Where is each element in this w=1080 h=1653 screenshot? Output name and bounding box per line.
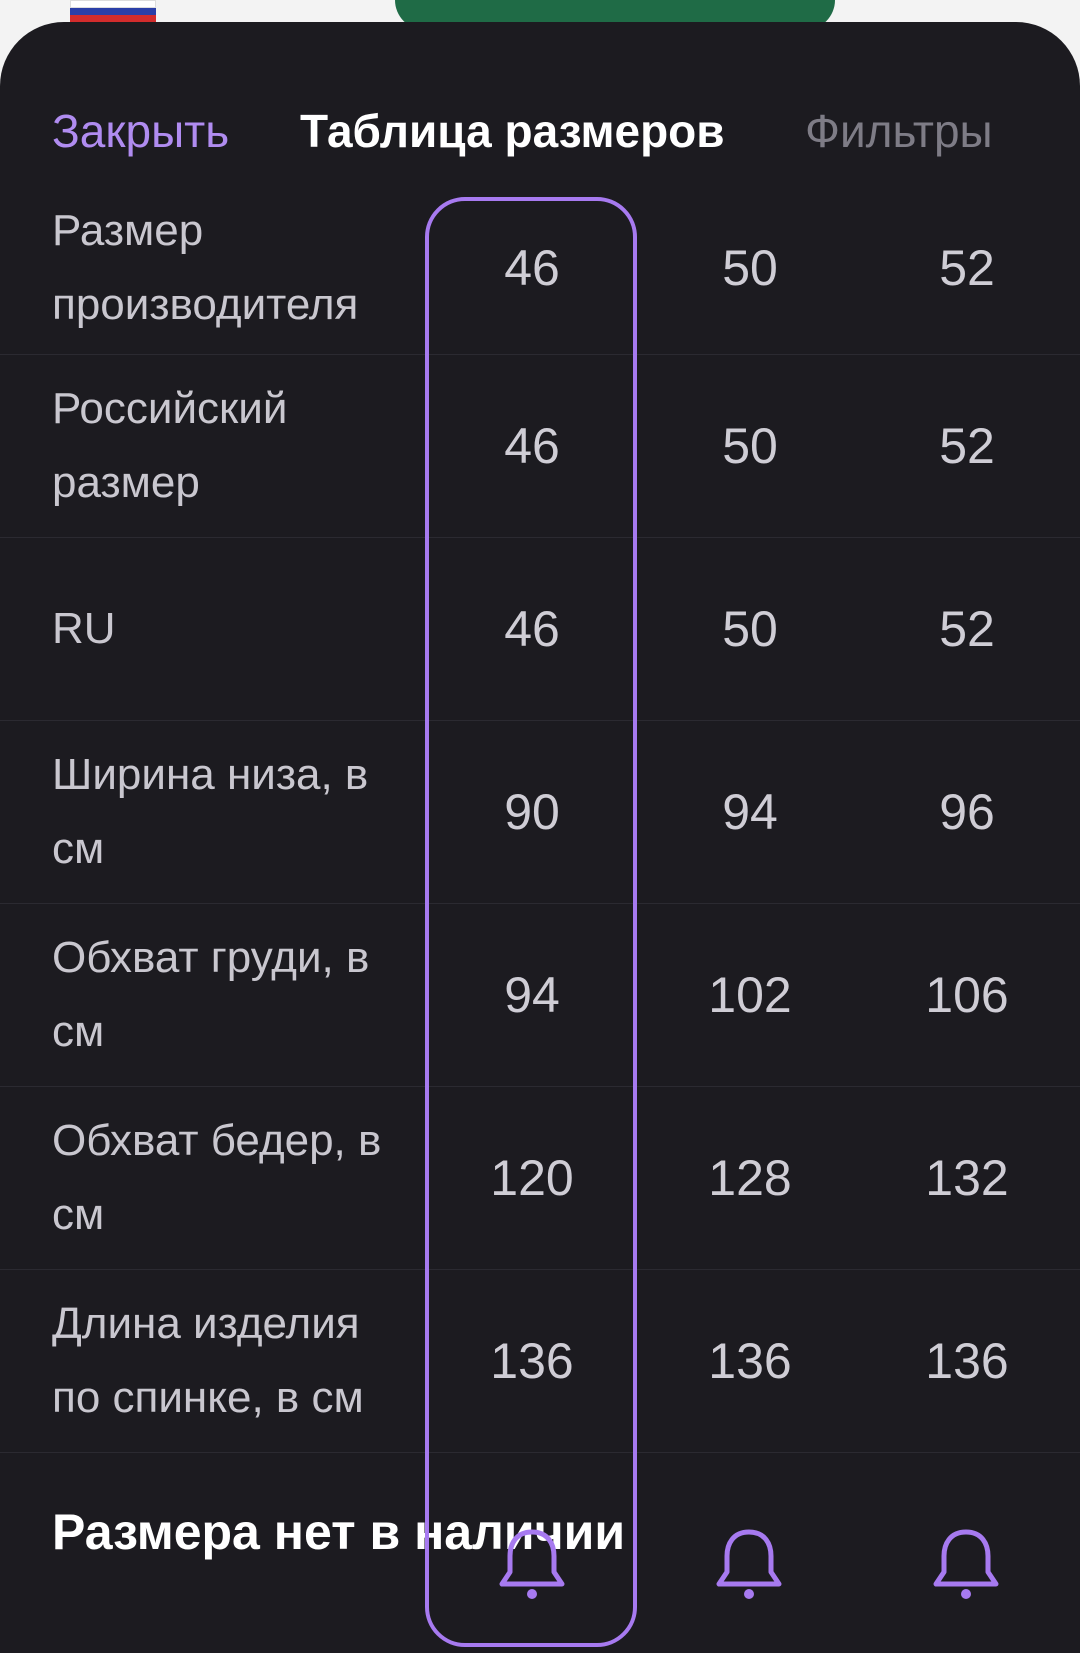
size-cell[interactable]: 128 bbox=[650, 1149, 850, 1207]
size-cell[interactable]: 52 bbox=[867, 600, 1067, 658]
row-label: Российский размер bbox=[52, 384, 288, 507]
filters-tab[interactable]: Фильтры bbox=[805, 104, 993, 158]
size-cell[interactable]: 136 bbox=[867, 1332, 1067, 1390]
row-label: Ширина низа, в см bbox=[52, 750, 369, 873]
size-cell[interactable]: 46 bbox=[432, 600, 632, 658]
size-cell[interactable]: 120 bbox=[432, 1149, 632, 1207]
size-cell[interactable]: 46 bbox=[432, 239, 632, 297]
table-row: Длина изделия по спинке, в см 136 136 13… bbox=[0, 1270, 1080, 1453]
bell-icon[interactable] bbox=[930, 1526, 1002, 1602]
table-row: Размер производителя 46 50 52 bbox=[0, 182, 1080, 355]
table-row: Ширина низа, в см 90 94 96 bbox=[0, 721, 1080, 904]
size-cell[interactable]: 52 bbox=[867, 239, 1067, 297]
table-row: Обхват бедер, в см 120 128 132 bbox=[0, 1087, 1080, 1270]
size-cell[interactable]: 136 bbox=[432, 1332, 632, 1390]
row-label: RU bbox=[52, 604, 116, 653]
sheet-header: Закрыть Таблица размеров Фильтры bbox=[0, 82, 1080, 192]
table-row: RU 46 50 52 bbox=[0, 538, 1080, 721]
row-label: Обхват бедер, в см bbox=[52, 1116, 382, 1239]
size-cell[interactable]: 136 bbox=[650, 1332, 850, 1390]
row-label: Длина изделия по спинке, в см bbox=[52, 1299, 364, 1422]
availability-footer: Размера нет в наличии bbox=[0, 1470, 1080, 1653]
russian-flag-icon bbox=[70, 0, 156, 24]
row-label: Размер производителя bbox=[52, 206, 359, 329]
sheet-title: Таблица размеров bbox=[300, 105, 725, 157]
size-cell[interactable]: 50 bbox=[650, 239, 850, 297]
size-cell[interactable]: 50 bbox=[650, 417, 850, 475]
size-cell[interactable]: 50 bbox=[650, 600, 850, 658]
size-cell[interactable]: 52 bbox=[867, 417, 1067, 475]
bell-icon[interactable] bbox=[496, 1526, 568, 1602]
close-button[interactable]: Закрыть bbox=[52, 104, 229, 158]
size-cell[interactable]: 94 bbox=[650, 783, 850, 841]
size-table-sheet: Закрыть Таблица размеров Фильтры Размер … bbox=[0, 22, 1080, 1653]
table-row: Обхват груди, в см 94 102 106 bbox=[0, 904, 1080, 1087]
size-cell[interactable]: 106 bbox=[867, 966, 1067, 1024]
size-cell[interactable]: 102 bbox=[650, 966, 850, 1024]
bell-icon[interactable] bbox=[713, 1526, 785, 1602]
size-cell[interactable]: 94 bbox=[432, 966, 632, 1024]
size-cell[interactable]: 132 bbox=[867, 1149, 1067, 1207]
table-row: Российский размер 46 50 52 bbox=[0, 355, 1080, 538]
size-table: Размер производителя 46 50 52 Российский… bbox=[0, 182, 1080, 1453]
row-label: Обхват груди, в см bbox=[52, 933, 370, 1056]
size-cell[interactable]: 96 bbox=[867, 783, 1067, 841]
size-cell[interactable]: 90 bbox=[432, 783, 632, 841]
size-cell[interactable]: 46 bbox=[432, 417, 632, 475]
